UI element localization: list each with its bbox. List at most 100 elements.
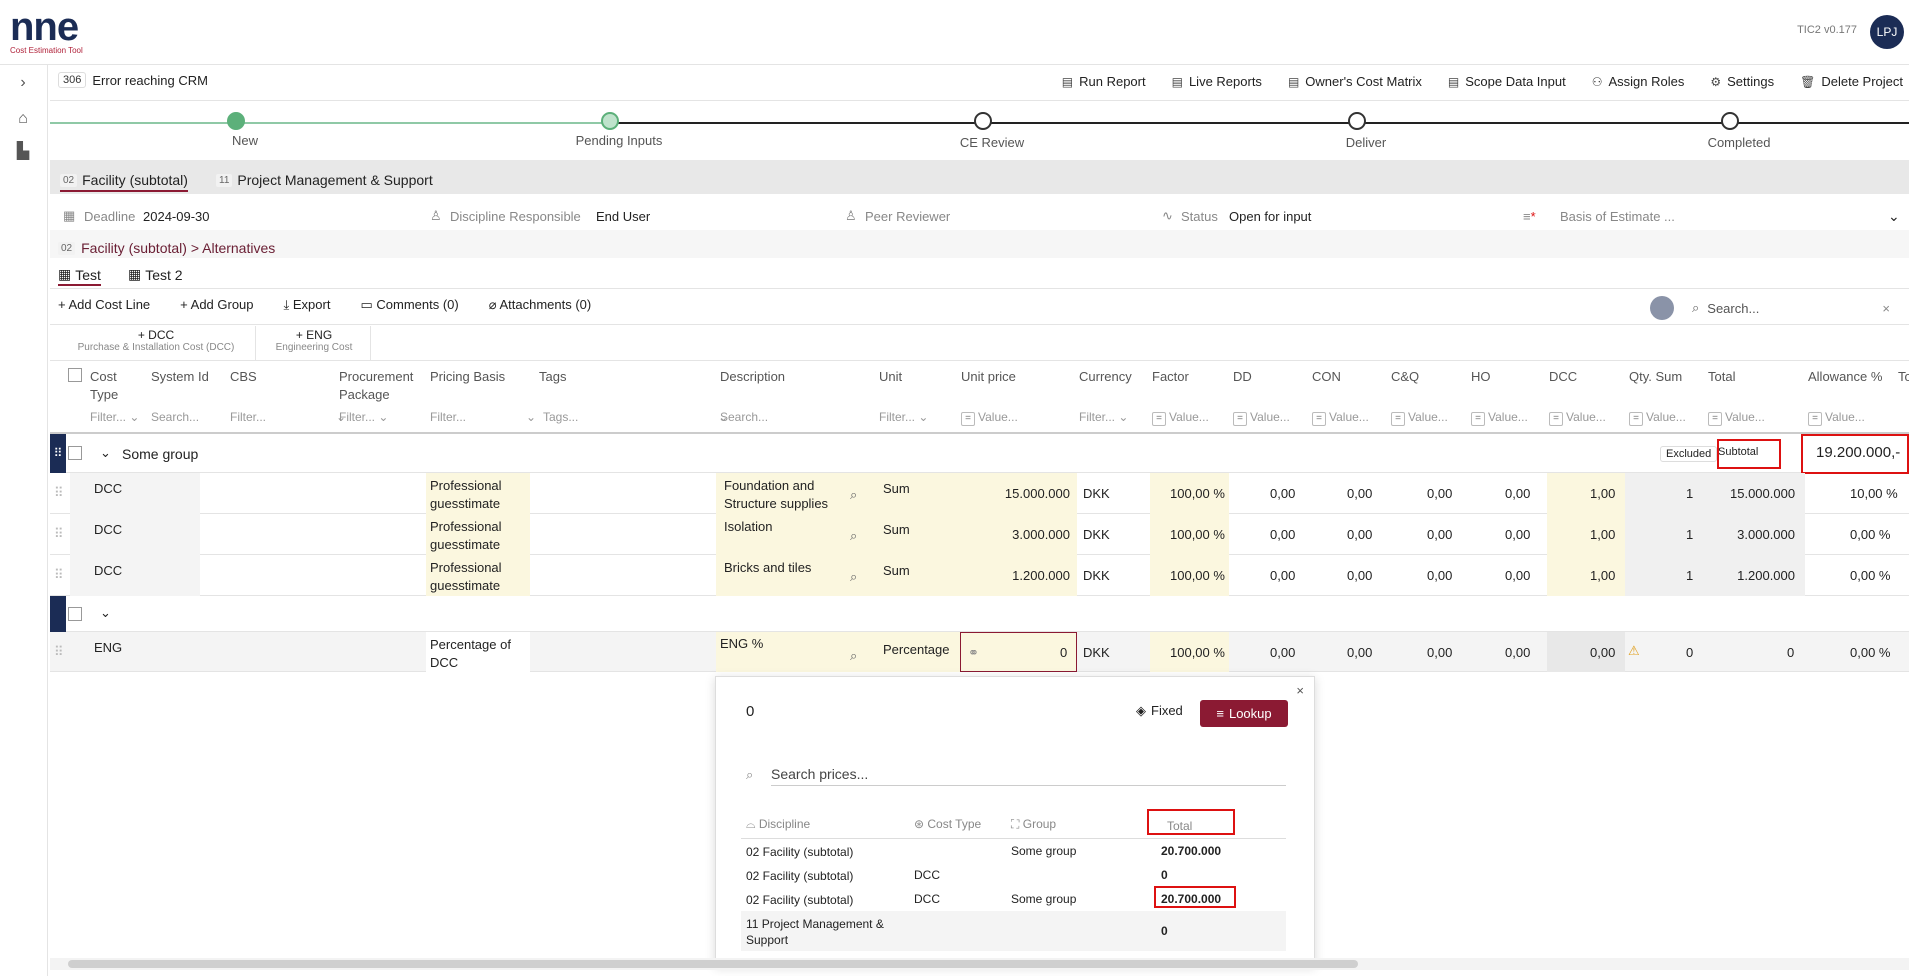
currency[interactable]: DKK xyxy=(1083,568,1110,583)
tab-facility[interactable]: 02 Facility (subtotal) xyxy=(60,172,188,192)
pricing-basis[interactable]: Professional guesstimate xyxy=(430,477,526,513)
description[interactable]: Bricks and tiles xyxy=(724,559,842,577)
allowance[interactable]: 0,00 % xyxy=(1850,568,1890,583)
col-dd[interactable]: DD xyxy=(1233,368,1252,386)
unit[interactable]: Sum xyxy=(883,481,910,496)
filter-unit[interactable]: Filter... ⌄ xyxy=(879,410,928,424)
collapse-icon[interactable]: ⌄ xyxy=(100,605,111,621)
close-icon[interactable]: × xyxy=(1882,301,1890,316)
pricing-basis[interactable]: Professional guesstimate xyxy=(430,559,526,595)
col-qty-sum[interactable]: Qty. Sum xyxy=(1629,368,1682,386)
attachments-button[interactable]: ⌀ Attachments (0) xyxy=(489,297,592,313)
currency[interactable]: DKK xyxy=(1083,527,1110,542)
dd[interactable]: 0,00 xyxy=(1270,486,1295,501)
col-pricing-basis[interactable]: Pricing Basis xyxy=(430,368,505,386)
filter-system-id[interactable]: Search... xyxy=(151,410,199,424)
discipline-value[interactable]: End User xyxy=(596,209,650,224)
con[interactable]: 0,00 xyxy=(1347,486,1372,501)
settings-button[interactable]: ⚙ Settings xyxy=(1710,74,1774,89)
unit-price[interactable]: 1.200.000 xyxy=(1000,568,1070,583)
filter-currency[interactable]: Filter... ⌄ xyxy=(1079,410,1128,424)
description[interactable]: Isolation xyxy=(724,518,842,536)
popup-col-cost-type[interactable]: ⊛ Cost Type xyxy=(914,817,981,831)
popup-col-group[interactable]: ⛶ Group xyxy=(1011,817,1056,832)
col-cost-type[interactable]: Cost Type xyxy=(90,368,130,404)
dcc[interactable]: 1,00 xyxy=(1590,568,1615,583)
col-unit[interactable]: Unit xyxy=(879,368,902,386)
cq[interactable]: 0,00 xyxy=(1427,527,1452,542)
cq[interactable]: 0,00 xyxy=(1427,568,1452,583)
col-dcc[interactable]: DCC xyxy=(1549,368,1577,386)
col-factor[interactable]: Factor xyxy=(1152,368,1189,386)
filter-ho[interactable]: = Value... xyxy=(1471,410,1528,426)
factor[interactable]: 100,00 % xyxy=(1170,486,1225,501)
tab-test-2[interactable]: ▦ Test 2 xyxy=(128,266,183,283)
col-cbs[interactable]: CBS xyxy=(230,368,257,386)
expand-icon[interactable]: › xyxy=(12,72,34,94)
factor[interactable]: 100,00 % xyxy=(1170,568,1225,583)
pricing-basis[interactable]: Professional guesstimate xyxy=(430,518,526,554)
drag-handle-icon[interactable]: ⠿ xyxy=(50,434,66,473)
chevron-down-icon[interactable]: ⌄ xyxy=(1888,208,1900,225)
cq[interactable]: 0,00 xyxy=(1427,486,1452,501)
filter-dd[interactable]: = Value... xyxy=(1233,410,1290,426)
filter-unit-price[interactable]: = Value... xyxy=(961,410,1018,426)
filter-pricing[interactable]: Filter... ⌄ xyxy=(430,410,536,424)
col-cq[interactable]: C&Q xyxy=(1391,368,1419,386)
allowance[interactable]: 10,00 % xyxy=(1850,486,1898,501)
add-dcc-button[interactable]: + DCC Purchase & Installation Cost (DCC) xyxy=(60,328,252,353)
add-group-button[interactable]: + Add Group xyxy=(180,297,253,313)
unit-price[interactable]: 15.000.000 xyxy=(1000,486,1070,501)
col-allowance[interactable]: Allowance % xyxy=(1808,368,1882,386)
select-all-checkbox[interactable] xyxy=(68,368,82,382)
price-row[interactable]: 02 Facility (subtotal) DCC 0 xyxy=(741,863,1286,887)
ho[interactable]: 0,00 xyxy=(1505,486,1530,501)
unit[interactable]: Sum xyxy=(883,563,910,578)
col-procurement-package[interactable]: Procurement Package xyxy=(339,368,419,404)
drag-handle-icon[interactable]: ⠿ xyxy=(54,526,64,542)
home-icon[interactable]: ⌂ xyxy=(12,108,34,130)
avatar[interactable]: LPJ xyxy=(1870,15,1904,49)
drag-handle-icon[interactable]: ⠿ xyxy=(54,644,64,660)
ho[interactable]: 0,00 xyxy=(1505,568,1530,583)
search-icon[interactable]: ⌕ xyxy=(850,648,857,664)
live-reports-button[interactable]: ▤ Live Reports xyxy=(1172,74,1262,89)
comments-button[interactable]: ▭ Comments (0) xyxy=(360,297,458,313)
filter-allowance[interactable]: = Value... xyxy=(1808,410,1865,426)
filter-procurement[interactable]: Filter... ⌄ xyxy=(339,410,388,424)
search-icon[interactable]: ⌕ xyxy=(850,487,857,503)
scrollbar-thumb[interactable] xyxy=(68,960,1358,968)
factor[interactable]: 100,00 % xyxy=(1170,527,1225,542)
row-checkbox[interactable] xyxy=(68,607,82,621)
filter-qty[interactable]: = Value... xyxy=(1629,410,1686,426)
group-name[interactable]: Some group xyxy=(122,446,198,462)
search-prices-input[interactable]: Search prices... xyxy=(771,762,1286,786)
col-currency[interactable]: Currency xyxy=(1079,368,1132,386)
col-ho[interactable]: HO xyxy=(1471,368,1491,386)
lookup-button[interactable]: ≡ Lookup xyxy=(1200,700,1288,727)
search-icon[interactable]: ⌕ xyxy=(850,569,857,585)
factory-icon[interactable]: ▙ xyxy=(12,140,34,162)
cost-type[interactable]: DCC xyxy=(94,522,122,537)
col-to[interactable]: To xyxy=(1898,368,1909,386)
assign-roles-button[interactable]: ⚇ Assign Roles xyxy=(1592,74,1685,89)
run-report-button[interactable]: ▤ Run Report xyxy=(1062,74,1146,89)
price-row[interactable]: 02 Facility (subtotal) Some group 20.700.0… xyxy=(741,839,1286,863)
dd[interactable]: 0,00 xyxy=(1270,568,1295,583)
filter-con[interactable]: = Value... xyxy=(1312,410,1369,426)
excluded-toggle[interactable]: Excluded xyxy=(1660,446,1718,462)
col-total[interactable]: Total xyxy=(1708,368,1735,386)
drag-handle-icon[interactable]: ⠿ xyxy=(54,567,64,583)
cost-type[interactable]: DCC xyxy=(94,563,122,578)
fixed-button[interactable]: ◈ Fixed xyxy=(1136,703,1183,719)
tab-test[interactable]: ▦ Test xyxy=(58,266,101,286)
search-icon[interactable]: ⌕ xyxy=(850,528,857,544)
con[interactable]: 0,00 xyxy=(1347,527,1372,542)
description[interactable]: Foundation and Structure supplies xyxy=(724,477,842,513)
col-system-id[interactable]: System Id xyxy=(151,368,209,386)
user-avatar-icon[interactable] xyxy=(1650,296,1674,320)
add-cost-line-button[interactable]: + Add Cost Line xyxy=(58,297,150,313)
dd[interactable]: 0,00 xyxy=(1270,527,1295,542)
allowance[interactable]: 0,00 % xyxy=(1850,527,1890,542)
filter-factor[interactable]: = Value... xyxy=(1152,410,1209,426)
